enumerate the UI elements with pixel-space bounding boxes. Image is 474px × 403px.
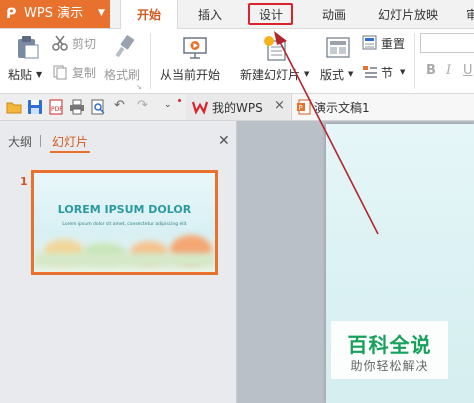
slide-number: 1 — [20, 175, 28, 188]
tab-review[interactable]: 审 — [462, 0, 474, 28]
format-painter-icon — [115, 35, 135, 58]
new-slide-label: 新建幻灯片 — [240, 68, 301, 82]
italic-button[interactable]: I — [446, 63, 451, 78]
format-painter-button[interactable]: 格式刷 — [104, 32, 144, 88]
scissors-icon — [52, 35, 68, 51]
section-label: 节 — [381, 66, 394, 80]
panel-tabs: 大纲 幻灯片 ✕ — [0, 121, 236, 155]
doc-tab-label: 演示文稿1 — [314, 101, 370, 115]
cut-button[interactable]: 剪切 — [52, 34, 102, 52]
close-icon[interactable]: × — [274, 98, 285, 113]
thumbnail-decoration — [34, 253, 215, 267]
reset-icon — [362, 35, 377, 50]
copy-icon — [53, 65, 67, 80]
section-button[interactable]: 节 ▼ — [362, 63, 412, 81]
presentation-file-icon: P — [297, 99, 311, 115]
save-icon[interactable] — [27, 99, 43, 115]
svg-text:PDF: PDF — [51, 106, 63, 113]
watermark-badge: 百科全说 助你轻松解决 — [331, 321, 448, 379]
format-painter-label: 格式刷 — [104, 68, 141, 82]
paste-label: 粘贴 — [8, 68, 33, 82]
print-preview-icon[interactable] — [90, 99, 106, 115]
print-icon[interactable] — [69, 99, 85, 115]
doc-tab-my-wps[interactable]: 我的WPS × — [186, 94, 290, 120]
reset-label: 重置 — [381, 37, 406, 51]
ribbon-tab-bar: ᑭ WPS 演示 ▼ 开始 插入 设计 动画 幻灯片放映 审 — [0, 0, 474, 30]
chevron-down-icon: ▼ — [98, 8, 105, 18]
new-slide-button[interactable]: 新建幻灯片 ▼ — [239, 32, 313, 88]
clipboard-icon — [18, 36, 39, 59]
play-from-current-button[interactable]: 从当前开始 — [158, 32, 236, 88]
slideshow-play-icon — [183, 37, 207, 59]
active-tab-underline — [50, 151, 90, 153]
slide-thumbnail[interactable]: LOREM IPSUM DOLOR Lorem ipsum dolor sit … — [31, 170, 218, 275]
ribbon-toolbar: 粘贴 ▼ 剪切 复制 格式刷 ↘ 从当前开始 新建幻灯片 ▼ 版式 ▼ 重置 节… — [0, 29, 474, 94]
doc-tab-presentation[interactable]: P 演示文稿1 — [291, 94, 474, 120]
doc-tab-label: 我的WPS — [212, 101, 263, 115]
cut-label: 剪切 — [72, 37, 97, 51]
pdf-export-icon[interactable]: PDF — [48, 99, 64, 115]
play-from-current-label: 从当前开始 — [160, 68, 221, 82]
tab-insert[interactable]: 插入 — [186, 0, 234, 28]
chevron-down-icon: ▼ — [36, 70, 43, 79]
paste-button[interactable]: 粘贴 ▼ — [6, 32, 46, 88]
tab-outline[interactable]: 大纲 — [8, 133, 32, 150]
bold-button[interactable]: B — [426, 63, 436, 78]
dialog-launcher-icon[interactable]: ↘ — [136, 83, 142, 91]
tab-slides[interactable]: 幻灯片 — [52, 133, 88, 150]
layout-icon — [326, 37, 350, 58]
chevron-down-icon: ▼ — [348, 70, 354, 78]
close-icon[interactable]: ✕ — [218, 133, 230, 149]
undo-icon[interactable]: ↶ — [114, 98, 125, 113]
tab-start[interactable]: 开始 — [120, 0, 178, 30]
wps-logo-icon: ᑭ — [6, 6, 17, 22]
layout-label: 版式 — [320, 68, 345, 82]
thumbnail-subtitle: Lorem ipsum dolor sit amet, consectetur … — [62, 222, 187, 227]
copy-button[interactable]: 复制 — [52, 63, 102, 81]
copy-label: 复制 — [72, 66, 97, 80]
wps-w-icon — [192, 101, 208, 115]
watermark-subtitle: 助你轻松解决 — [350, 359, 429, 373]
customize-toolbar-chevron-icon[interactable]: ⌄ — [164, 100, 172, 110]
open-folder-icon[interactable] — [6, 99, 22, 115]
notification-dot — [178, 99, 181, 102]
thumbnail-title: LOREM IPSUM DOLOR — [57, 203, 192, 216]
redo-icon[interactable]: ↷ — [137, 98, 148, 113]
app-menu-button[interactable]: ᑭ WPS 演示 ▼ — [0, 0, 110, 28]
ribbon-separator — [150, 33, 151, 89]
app-title: WPS 演示 — [24, 6, 84, 21]
design-tab-highlight-box — [248, 3, 293, 25]
tab-slideshow[interactable]: 幻灯片放映 — [370, 0, 446, 28]
underline-button[interactable]: U — [463, 63, 473, 78]
tab-animation[interactable]: 动画 — [310, 0, 358, 28]
new-slide-icon — [264, 36, 286, 61]
ribbon-separator — [414, 33, 415, 89]
slides-panel: 大纲 幻灯片 ✕ 1 LOREM IPSUM DOLOR Lorem ipsum… — [0, 121, 237, 403]
chevron-down-icon: ▼ — [400, 68, 406, 76]
svg-text:P: P — [299, 104, 303, 112]
watermark-title: 百科全说 — [347, 333, 432, 357]
reset-button[interactable]: 重置 — [362, 34, 412, 52]
tab-divider — [40, 135, 41, 147]
quick-access-toolbar: PDF ↶ ↷ ⌄ 我的WPS × P 演示文稿1 — [0, 94, 474, 121]
layout-button[interactable]: 版式 ▼ — [318, 32, 358, 88]
section-icon — [363, 66, 377, 78]
chevron-down-icon: ▼ — [304, 70, 310, 78]
font-name-input[interactable] — [420, 33, 474, 53]
